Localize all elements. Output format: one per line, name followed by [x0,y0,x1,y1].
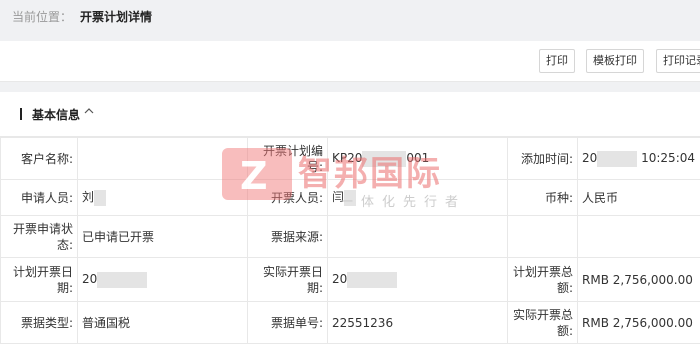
watermark-name: 智邦国际 [298,154,442,194]
table-row: 开票申请状态: 已申请已开票 票据来源: [0,215,700,258]
empty-cell [577,215,700,258]
redacted-block [94,189,107,206]
invoice-type-label: 票据类型: [0,301,78,344]
apply-status-label: 开票申请状态: [0,215,78,258]
plan-total-label: 计划开票总额: [507,257,578,302]
actual-date-value: 20 [327,257,508,302]
breadcrumb-label: 当前位置： [12,10,73,24]
actual-date-prefix: 20 [332,272,348,287]
chevron-up-icon[interactable] [84,106,94,116]
currency-label: 币种: [507,179,578,216]
invoice-no-value: 22551236 [327,301,508,344]
plan-date-prefix: 20 [82,272,98,287]
add-time-suffix: 10:25:04 [641,151,696,166]
empty-cell [507,215,578,258]
basic-info-section: 基本信息 客户名称: 开票计划编号: KP20 001 添加时间: 20 10:2… [0,92,700,350]
add-time-label: 添加时间: [507,137,578,180]
watermark-logo: Z [222,148,292,200]
invoice-source-value [327,215,508,258]
print-button[interactable]: 打印 [539,49,575,73]
plan-date-value: 20 [77,257,248,302]
top-bar: 当前位置： 开票计划详情 [0,0,700,40]
section-marker [20,108,22,120]
actual-total-value: RMB 2,756,000.00 [577,301,700,344]
add-time-value: 20 10:25:04 [577,137,700,180]
redacted-block [347,271,398,288]
actual-total-label: 实际开票总额: [507,301,578,344]
watermark-logo-letter: Z [240,154,268,198]
table-row: 票据类型: 普通国税 票据单号: 22551236 实际开票总额: RMB 2,… [0,301,700,344]
toolbar: 打印 模板打印 打印记录 [0,41,700,82]
apply-status-value: 已申请已开票 [77,215,248,258]
redacted-block [97,271,148,288]
invoice-no-label: 票据单号: [247,301,328,344]
currency-value: 人民币 [577,179,700,216]
section-header[interactable]: 基本信息 [0,92,700,137]
applicant-name: 刘 [82,190,95,205]
watermark-slogan: 一体化先行者 [340,195,467,210]
applicant-label: 申请人员: [0,179,78,216]
plan-total-value: RMB 2,756,000.00 [577,257,700,302]
section-title: 基本信息 [32,108,81,122]
add-time-prefix: 20 [582,151,598,166]
spacer [0,82,700,92]
invoice-source-label: 票据来源: [247,215,328,258]
plan-date-label: 计划开票日期: [0,257,78,302]
customer-name-label: 客户名称: [0,137,78,180]
table-row: 计划开票日期: 20 实际开票日期: 20 计划开票总额: RMB 2,756,… [0,257,700,302]
invoice-type-value: 普通国税 [77,301,248,344]
actual-date-label: 实际开票日期: [247,257,328,302]
redacted-block [597,150,638,167]
breadcrumb-current: 开票计划详情 [80,10,153,24]
template-print-button[interactable]: 模板打印 [586,49,644,73]
print-log-button[interactable]: 打印记录 [656,49,700,73]
